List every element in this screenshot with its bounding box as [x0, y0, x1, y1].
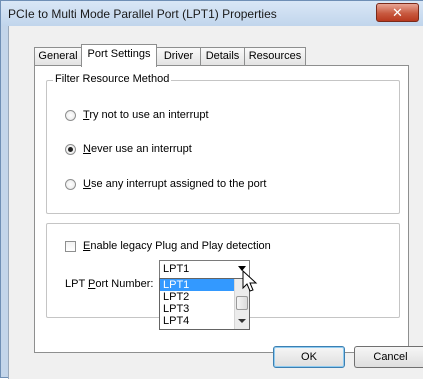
- close-icon: ✕: [392, 5, 403, 20]
- ok-button[interactable]: OK: [273, 346, 345, 368]
- lpt-port-number-select[interactable]: LPT1: [159, 260, 250, 279]
- close-button[interactable]: ✕: [376, 3, 419, 22]
- dropdown-option-lpt2[interactable]: LPT2: [160, 291, 235, 303]
- radio-use-any-interrupt[interactable]: Use any interrupt assigned to the port: [65, 177, 266, 191]
- radio-button-checked[interactable]: [65, 143, 76, 155]
- mouse-pointer-icon: [242, 270, 258, 292]
- radio-label: Try not to use an interrupt: [83, 109, 209, 121]
- legacy-pnp-checkbox-row[interactable]: Enable legacy Plug and Play detection: [65, 239, 271, 253]
- filter-resource-group: Filter Resource Method Try not to use an…: [46, 73, 400, 214]
- scrollbar-thumb[interactable]: [236, 296, 248, 310]
- legacy-pnp-label: Enable legacy Plug and Play detection: [83, 240, 271, 252]
- scroll-down-arrow-icon[interactable]: [238, 319, 246, 323]
- window-title: PCIe to Multi Mode Parallel Port (LPT1) …: [8, 7, 277, 21]
- radio-label: Never use an interrupt: [83, 143, 192, 155]
- dropdown-option-lpt4[interactable]: LPT4: [160, 315, 235, 327]
- radio-never-interrupt[interactable]: Never use an interrupt: [65, 142, 192, 156]
- dropdown-option-lpt3[interactable]: LPT3: [160, 303, 235, 315]
- radio-label: Use any interrupt assigned to the port: [83, 178, 267, 190]
- lpt-port-dropdown-list[interactable]: LPT1 LPT2 LPT3 LPT4: [159, 278, 250, 330]
- legacy-pnp-checkbox[interactable]: [65, 240, 76, 252]
- dialog-client-area: General Port Settings Driver Details Res…: [8, 26, 423, 379]
- dropdown-option-lpt1[interactable]: LPT1: [160, 279, 235, 291]
- tab-details[interactable]: Details: [200, 47, 245, 65]
- radio-button[interactable]: [65, 178, 76, 190]
- radio-try-not-interrupt[interactable]: Try not to use an interrupt: [65, 108, 209, 122]
- filter-resource-legend: Filter Resource Method: [53, 73, 172, 85]
- title-bar[interactable]: PCIe to Multi Mode Parallel Port (LPT1) …: [1, 1, 423, 26]
- lpt-selected-value: LPT1: [163, 263, 190, 275]
- tab-driver[interactable]: Driver: [156, 47, 201, 65]
- tab-general[interactable]: General: [34, 47, 82, 65]
- radio-button[interactable]: [65, 109, 76, 121]
- properties-window: PCIe to Multi Mode Parallel Port (LPT1) …: [0, 0, 423, 379]
- tab-port-settings[interactable]: Port Settings: [81, 44, 157, 67]
- tab-resources[interactable]: Resources: [244, 47, 306, 65]
- lpt-port-number-label: LPT Port Number:: [65, 278, 154, 290]
- cancel-button[interactable]: Cancel: [354, 346, 423, 368]
